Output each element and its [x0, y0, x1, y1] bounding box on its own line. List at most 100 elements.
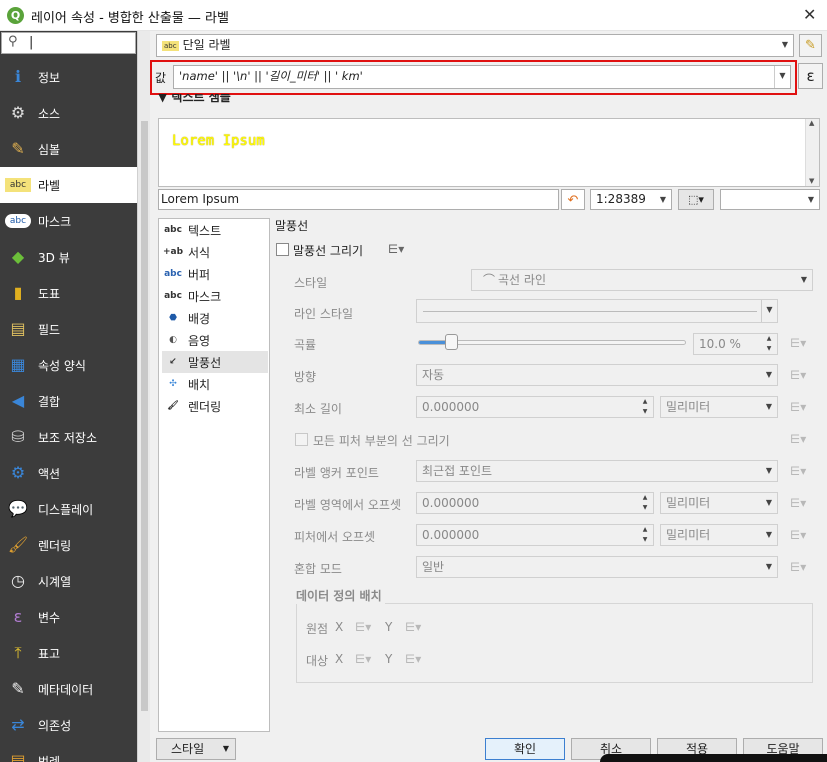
- chevron-down-icon: ▼: [765, 530, 773, 539]
- sidebar-search-input[interactable]: ⚲ |: [1, 32, 136, 54]
- sidebar-item-19[interactable]: ⇄ 의존성: [0, 707, 137, 743]
- anchor-point-combo[interactable]: 최근접 포인트 ▼: [416, 460, 778, 482]
- reset-sample-button[interactable]: ↶: [561, 189, 585, 210]
- spin-arrows-icon: ▲ ▼: [642, 494, 648, 511]
- origin-label: 원점: [306, 622, 329, 636]
- undo-icon: ↶: [567, 193, 579, 208]
- destination-label: 대상: [306, 654, 329, 668]
- curvature-override-icon[interactable]: ⋿▾: [788, 334, 808, 353]
- callout-style-combo[interactable]: ⌒ 곡선 라인 ▼: [471, 269, 813, 291]
- sidebar-item-4[interactable]: abc 라벨: [0, 167, 137, 203]
- origin-y-override-icon[interactable]: ⋿▾: [403, 618, 423, 637]
- elevation-icon: ⤒: [14, 643, 22, 662]
- sidebar-item-label: 메타데이터: [38, 683, 94, 697]
- min-length-label: 최소 길이: [294, 402, 342, 416]
- sidebar-item-9[interactable]: ▦ 속성 양식: [0, 347, 137, 383]
- preview-scrollbar[interactable]: ▲ ▼: [805, 119, 819, 186]
- min-length-unit-combo[interactable]: 밀리미터 ▼: [660, 396, 778, 418]
- data-defined-override-icon[interactable]: ⋿▾: [386, 240, 406, 259]
- chevron-down-icon: ▼: [761, 300, 777, 322]
- rule-wizard-button[interactable]: ✎: [799, 34, 822, 57]
- destination-y-override-icon[interactable]: ⋿▾: [403, 650, 423, 669]
- variables-icon: ε: [13, 607, 23, 626]
- subtab-1[interactable]: abc 텍스트: [162, 219, 268, 241]
- min-length-spinbox[interactable]: 0.000000 ▲ ▼: [416, 396, 654, 418]
- sidebar-item-3[interactable]: ✎ 심볼: [0, 131, 137, 167]
- subtab-7[interactable]: ↙ 말풍선: [162, 351, 268, 373]
- offset-feature-unit-combo[interactable]: 밀리미터 ▼: [660, 524, 778, 546]
- sidebar-item-18[interactable]: ✎ 메타데이터: [0, 671, 137, 707]
- close-icon[interactable]: ✕: [803, 5, 816, 24]
- text-sample-heading-label: 텍스트 샘플: [171, 94, 231, 104]
- label-expression-combo[interactable]: 'name' || '\n' || '길이_미터' || ' km' ▼: [173, 65, 791, 89]
- sidebar-item-8[interactable]: ▤ 필드: [0, 311, 137, 347]
- min-length-override-icon[interactable]: ⋿▾: [788, 398, 808, 417]
- blend-mode-override-icon[interactable]: ⋿▾: [788, 558, 808, 577]
- ok-button[interactable]: 확인: [485, 738, 565, 760]
- subtab-2[interactable]: +ab 서식: [162, 241, 268, 263]
- sidebar-item-14[interactable]: 🖌 렌더링: [0, 527, 137, 563]
- curvature-slider-handle[interactable]: [445, 334, 458, 350]
- offset-label-area-unit: 밀리미터: [666, 496, 711, 510]
- sidebar-item-1[interactable]: ℹ 정보: [0, 59, 137, 95]
- metadata-icon: ✎: [11, 679, 25, 698]
- offset-feature-override-icon[interactable]: ⋿▾: [788, 526, 808, 545]
- subtab-6[interactable]: ◐ 음영: [162, 329, 268, 351]
- origin-x-override-icon[interactable]: ⋿▾: [353, 618, 373, 637]
- sidebar-item-13[interactable]: 💬 디스플레이: [0, 491, 137, 527]
- sidebar-item-2[interactable]: ⚙ 소스: [0, 95, 137, 131]
- subtab-9[interactable]: 🖌 렌더링: [162, 395, 268, 417]
- text-cursor: |: [29, 35, 34, 50]
- offset-label-area-unit-combo[interactable]: 밀리미터 ▼: [660, 492, 778, 514]
- sidebar-scrollbar[interactable]: [137, 31, 150, 762]
- orientation-combo[interactable]: 자동 ▼: [416, 364, 778, 386]
- sidebar-item-16[interactable]: ε 변수: [0, 599, 137, 635]
- anchor-point-value: 최근접 포인트: [422, 464, 493, 478]
- sidebar-item-label: 라벨: [38, 179, 61, 193]
- preview-background-button[interactable]: ⬚▾: [678, 189, 714, 210]
- offset-label-area-override-icon[interactable]: ⋿▾: [788, 494, 808, 513]
- draw-all-parts-label: 모든 피처 부분의 선 그리기: [313, 434, 450, 448]
- curvature-spinbox[interactable]: 10.0 % ▲ ▼: [693, 333, 778, 355]
- collapse-arrow-icon[interactable]: ▼: [158, 94, 167, 104]
- line-style-button[interactable]: ▼: [416, 299, 778, 323]
- offset-label-area-spinbox[interactable]: 0.000000 ▲ ▼: [416, 492, 654, 514]
- offset-feature-spinbox[interactable]: 0.000000 ▲ ▼: [416, 524, 654, 546]
- scale-combo[interactable]: 1:28389 ▼: [590, 189, 672, 210]
- sidebar-item-15[interactable]: ◷ 시계열: [0, 563, 137, 599]
- destination-x-override-icon[interactable]: ⋿▾: [353, 650, 373, 669]
- curvature-label: 곡률: [294, 338, 317, 352]
- wizard-icon: ✎: [805, 38, 816, 53]
- subtab-3[interactable]: abc 버퍼: [162, 263, 268, 285]
- sidebar-item-17[interactable]: ⤒ 표고: [0, 635, 137, 671]
- draw-all-parts-override-icon[interactable]: ⋿▾: [788, 430, 808, 449]
- orientation-override-icon[interactable]: ⋿▾: [788, 366, 808, 385]
- curvature-slider-track[interactable]: [418, 340, 686, 345]
- sidebar-item-10[interactable]: ◀ 결합: [0, 383, 137, 419]
- style-menu-button[interactable]: 스타일 ▼: [156, 738, 236, 760]
- blend-mode-combo[interactable]: 일반 ▼: [416, 556, 778, 578]
- offset-label-area-label: 라벨 영역에서 오프셋: [294, 498, 401, 512]
- panel-scrollbar[interactable]: [816, 220, 824, 732]
- chevron-down-icon: ▼: [807, 195, 815, 204]
- sidebar-item-11[interactable]: ⛁ 보조 저장소: [0, 419, 137, 455]
- background-color-button[interactable]: ▼: [720, 189, 820, 210]
- sidebar-item-5[interactable]: abc 마스크: [0, 203, 137, 239]
- label-mode-combo[interactable]: abc 단일 라벨 ▼: [156, 34, 794, 57]
- sample-text-input[interactable]: Lorem Ipsum: [158, 189, 559, 210]
- expression-builder-button[interactable]: ε: [798, 63, 823, 89]
- scrollbar-thumb[interactable]: [141, 121, 148, 711]
- sidebar-item-20[interactable]: ▤ 범례: [0, 743, 137, 762]
- sidebar-item-12[interactable]: ⚙ 액션: [0, 455, 137, 491]
- subtab-8[interactable]: ✣ 배치: [162, 373, 268, 395]
- sidebar-item-7[interactable]: ▮ 도표: [0, 275, 137, 311]
- subtab-5[interactable]: ⬣ 배경: [162, 307, 268, 329]
- anchor-point-override-icon[interactable]: ⋿▾: [788, 462, 808, 481]
- draw-callout-checkbox[interactable]: [276, 243, 289, 256]
- min-length-unit: 밀리미터: [666, 400, 711, 414]
- sidebar-item-6[interactable]: ◆ 3D 뷰: [0, 239, 137, 275]
- rendering-icon: 🖌: [167, 401, 179, 411]
- curved-line-icon: ⌒: [483, 273, 496, 287]
- subtab-4[interactable]: abc 마스크: [162, 285, 268, 307]
- draw-all-parts-checkbox[interactable]: [295, 433, 308, 446]
